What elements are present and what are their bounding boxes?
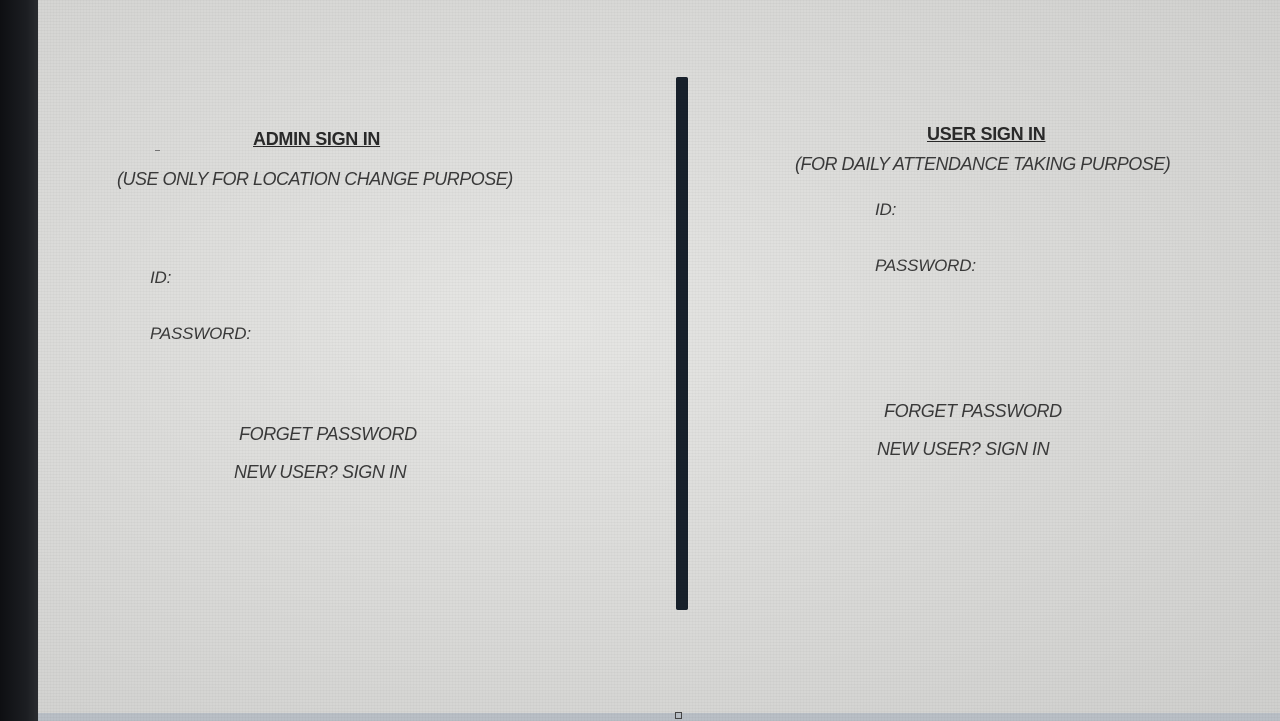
monitor-bezel — [0, 0, 38, 721]
user-forget-password-link[interactable]: FORGET PASSWORD — [884, 401, 1062, 422]
user-sign-in-title: USER SIGN IN — [927, 124, 1046, 144]
admin-sign-in-title: ADMIN SIGN IN — [253, 129, 381, 149]
admin-id-label: ID: — [150, 268, 172, 287]
admin-new-user-sign-in-link[interactable]: NEW USER? SIGN IN — [234, 462, 407, 483]
screen: ADMIN SIGN IN (USE ONLY FOR LOCATION CHA… — [38, 0, 1280, 721]
user-subtitle: (FOR DAILY ATTENDANCE TAKING PURPOSE) — [795, 154, 1171, 174]
user-id-label: ID: — [875, 200, 897, 219]
user-password-label: PASSWORD: — [875, 256, 976, 275]
dust-mark — [155, 150, 160, 151]
taskbar-strip — [38, 713, 1280, 721]
square-icon[interactable] — [675, 712, 682, 719]
admin-password-label: PASSWORD: — [150, 324, 251, 343]
user-new-user-sign-in-link[interactable]: NEW USER? SIGN IN — [877, 439, 1050, 460]
admin-subtitle: (USE ONLY FOR LOCATION CHANGE PURPOSE) — [117, 169, 513, 189]
admin-forget-password-link[interactable]: FORGET PASSWORD — [239, 424, 417, 445]
vertical-divider — [676, 77, 688, 610]
